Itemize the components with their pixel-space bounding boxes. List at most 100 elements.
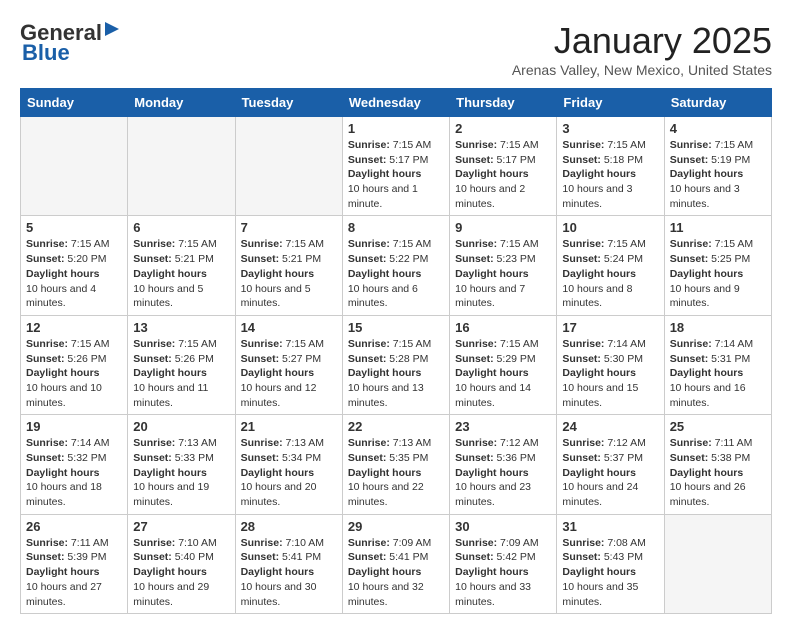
header-saturday: Saturday bbox=[664, 89, 771, 117]
header-tuesday: Tuesday bbox=[235, 89, 342, 117]
day-info: Sunrise: 7:09 AMSunset: 5:42 PMDaylight … bbox=[455, 536, 551, 609]
table-row: 17 Sunrise: 7:14 AMSunset: 5:30 PMDayligh… bbox=[557, 315, 664, 414]
page-header: General Blue January 2025 Arenas Valley,… bbox=[20, 20, 772, 78]
day-info: Sunrise: 7:10 AMSunset: 5:41 PMDaylight … bbox=[241, 536, 337, 609]
day-info: Sunrise: 7:09 AMSunset: 5:41 PMDaylight … bbox=[348, 536, 444, 609]
day-number: 30 bbox=[455, 519, 551, 534]
table-row: 1 Sunrise: 7:15 AMSunset: 5:17 PMDaylight… bbox=[342, 117, 449, 216]
day-number: 3 bbox=[562, 121, 658, 136]
header-sunday: Sunday bbox=[21, 89, 128, 117]
day-number: 29 bbox=[348, 519, 444, 534]
table-row: 15 Sunrise: 7:15 AMSunset: 5:28 PMDayligh… bbox=[342, 315, 449, 414]
table-row: 23 Sunrise: 7:12 AMSunset: 5:36 PMDayligh… bbox=[450, 415, 557, 514]
day-number: 9 bbox=[455, 220, 551, 235]
table-row: 18 Sunrise: 7:14 AMSunset: 5:31 PMDayligh… bbox=[664, 315, 771, 414]
day-number: 2 bbox=[455, 121, 551, 136]
day-info: Sunrise: 7:15 AMSunset: 5:21 PMDaylight … bbox=[241, 237, 337, 310]
day-number: 8 bbox=[348, 220, 444, 235]
header-monday: Monday bbox=[128, 89, 235, 117]
day-info: Sunrise: 7:14 AMSunset: 5:30 PMDaylight … bbox=[562, 337, 658, 410]
header-wednesday: Wednesday bbox=[342, 89, 449, 117]
calendar-header-row: Sunday Monday Tuesday Wednesday Thursday… bbox=[21, 89, 772, 117]
table-row: 3 Sunrise: 7:15 AMSunset: 5:18 PMDaylight… bbox=[557, 117, 664, 216]
day-number: 7 bbox=[241, 220, 337, 235]
day-info: Sunrise: 7:15 AMSunset: 5:28 PMDaylight … bbox=[348, 337, 444, 410]
day-info: Sunrise: 7:15 AMSunset: 5:29 PMDaylight … bbox=[455, 337, 551, 410]
day-info: Sunrise: 7:15 AMSunset: 5:18 PMDaylight … bbox=[562, 138, 658, 211]
table-row: 2 Sunrise: 7:15 AMSunset: 5:17 PMDaylight… bbox=[450, 117, 557, 216]
table-row: 7 Sunrise: 7:15 AMSunset: 5:21 PMDaylight… bbox=[235, 216, 342, 315]
day-number: 13 bbox=[133, 320, 229, 335]
table-row: 13 Sunrise: 7:15 AMSunset: 5:26 PMDayligh… bbox=[128, 315, 235, 414]
calendar-week-row: 1 Sunrise: 7:15 AMSunset: 5:17 PMDaylight… bbox=[21, 117, 772, 216]
calendar-week-row: 26 Sunrise: 7:11 AMSunset: 5:39 PMDayligh… bbox=[21, 514, 772, 613]
day-number: 1 bbox=[348, 121, 444, 136]
day-info: Sunrise: 7:15 AMSunset: 5:27 PMDaylight … bbox=[241, 337, 337, 410]
day-number: 16 bbox=[455, 320, 551, 335]
day-info: Sunrise: 7:15 AMSunset: 5:20 PMDaylight … bbox=[26, 237, 122, 310]
logo-blue: Blue bbox=[22, 40, 70, 66]
day-number: 23 bbox=[455, 419, 551, 434]
location-subtitle: Arenas Valley, New Mexico, United States bbox=[512, 62, 772, 78]
day-info: Sunrise: 7:08 AMSunset: 5:43 PMDaylight … bbox=[562, 536, 658, 609]
calendar-table: Sunday Monday Tuesday Wednesday Thursday… bbox=[20, 88, 772, 614]
day-info: Sunrise: 7:13 AMSunset: 5:35 PMDaylight … bbox=[348, 436, 444, 509]
table-row: 10Sunrise: 7:15 AMSunset: 5:24 PMDayligh… bbox=[557, 216, 664, 315]
table-row: 29 Sunrise: 7:09 AMSunset: 5:41 PMDayligh… bbox=[342, 514, 449, 613]
day-info: Sunrise: 7:12 AMSunset: 5:37 PMDaylight … bbox=[562, 436, 658, 509]
table-row: 31 Sunrise: 7:08 AMSunset: 5:43 PMDayligh… bbox=[557, 514, 664, 613]
logo: General Blue bbox=[20, 20, 123, 66]
table-row bbox=[21, 117, 128, 216]
day-info: Sunrise: 7:13 AMSunset: 5:34 PMDaylight … bbox=[241, 436, 337, 509]
day-info: Sunrise: 7:15 AMSunset: 5:26 PMDaylight … bbox=[26, 337, 122, 410]
day-info: Sunrise: 7:14 AMSunset: 5:31 PMDaylight … bbox=[670, 337, 766, 410]
calendar-week-row: 5 Sunrise: 7:15 AMSunset: 5:20 PMDaylight… bbox=[21, 216, 772, 315]
day-info: Sunrise: 7:15 AMSunset: 5:17 PMDaylight … bbox=[348, 138, 444, 211]
day-info: Sunrise: 7:15 AMSunset: 5:26 PMDaylight … bbox=[133, 337, 229, 410]
day-number: 28 bbox=[241, 519, 337, 534]
day-number: 10 bbox=[562, 220, 658, 235]
table-row: 8 Sunrise: 7:15 AMSunset: 5:22 PMDaylight… bbox=[342, 216, 449, 315]
day-number: 21 bbox=[241, 419, 337, 434]
table-row: 24 Sunrise: 7:12 AMSunset: 5:37 PMDayligh… bbox=[557, 415, 664, 514]
logo-arrow-icon bbox=[105, 20, 123, 38]
day-info: Sunrise: 7:15 AMSunset: 5:22 PMDaylight … bbox=[348, 237, 444, 310]
day-number: 26 bbox=[26, 519, 122, 534]
header-friday: Friday bbox=[557, 89, 664, 117]
day-number: 25 bbox=[670, 419, 766, 434]
table-row: 5 Sunrise: 7:15 AMSunset: 5:20 PMDaylight… bbox=[21, 216, 128, 315]
title-section: January 2025 Arenas Valley, New Mexico, … bbox=[512, 20, 772, 78]
day-info: Sunrise: 7:12 AMSunset: 5:36 PMDaylight … bbox=[455, 436, 551, 509]
day-number: 18 bbox=[670, 320, 766, 335]
header-thursday: Thursday bbox=[450, 89, 557, 117]
day-number: 22 bbox=[348, 419, 444, 434]
day-number: 19 bbox=[26, 419, 122, 434]
table-row bbox=[664, 514, 771, 613]
day-number: 11 bbox=[670, 220, 766, 235]
calendar-week-row: 12 Sunrise: 7:15 AMSunset: 5:26 PMDayligh… bbox=[21, 315, 772, 414]
day-number: 12 bbox=[26, 320, 122, 335]
day-number: 24 bbox=[562, 419, 658, 434]
calendar-week-row: 19 Sunrise: 7:14 AMSunset: 5:32 PMDayligh… bbox=[21, 415, 772, 514]
day-number: 14 bbox=[241, 320, 337, 335]
table-row: 20 Sunrise: 7:13 AMSunset: 5:33 PMDayligh… bbox=[128, 415, 235, 514]
day-number: 27 bbox=[133, 519, 229, 534]
day-info: Sunrise: 7:14 AMSunset: 5:32 PMDaylight … bbox=[26, 436, 122, 509]
day-number: 4 bbox=[670, 121, 766, 136]
table-row: 12 Sunrise: 7:15 AMSunset: 5:26 PMDayligh… bbox=[21, 315, 128, 414]
table-row: 22 Sunrise: 7:13 AMSunset: 5:35 PMDayligh… bbox=[342, 415, 449, 514]
day-number: 15 bbox=[348, 320, 444, 335]
day-number: 17 bbox=[562, 320, 658, 335]
table-row bbox=[128, 117, 235, 216]
day-number: 20 bbox=[133, 419, 229, 434]
day-number: 31 bbox=[562, 519, 658, 534]
day-info: Sunrise: 7:10 AMSunset: 5:40 PMDaylight … bbox=[133, 536, 229, 609]
day-info: Sunrise: 7:15 AMSunset: 5:25 PMDaylight … bbox=[670, 237, 766, 310]
day-info: Sunrise: 7:11 AMSunset: 5:39 PMDaylight … bbox=[26, 536, 122, 609]
day-info: Sunrise: 7:15 AMSunset: 5:23 PMDaylight … bbox=[455, 237, 551, 310]
table-row: 14 Sunrise: 7:15 AMSunset: 5:27 PMDayligh… bbox=[235, 315, 342, 414]
day-info: Sunrise: 7:13 AMSunset: 5:33 PMDaylight … bbox=[133, 436, 229, 509]
day-info: Sunrise: 7:15 AMSunset: 5:19 PMDaylight … bbox=[670, 138, 766, 211]
day-info: Sunrise: 7:15 AMSunset: 5:17 PMDaylight … bbox=[455, 138, 551, 211]
day-number: 5 bbox=[26, 220, 122, 235]
